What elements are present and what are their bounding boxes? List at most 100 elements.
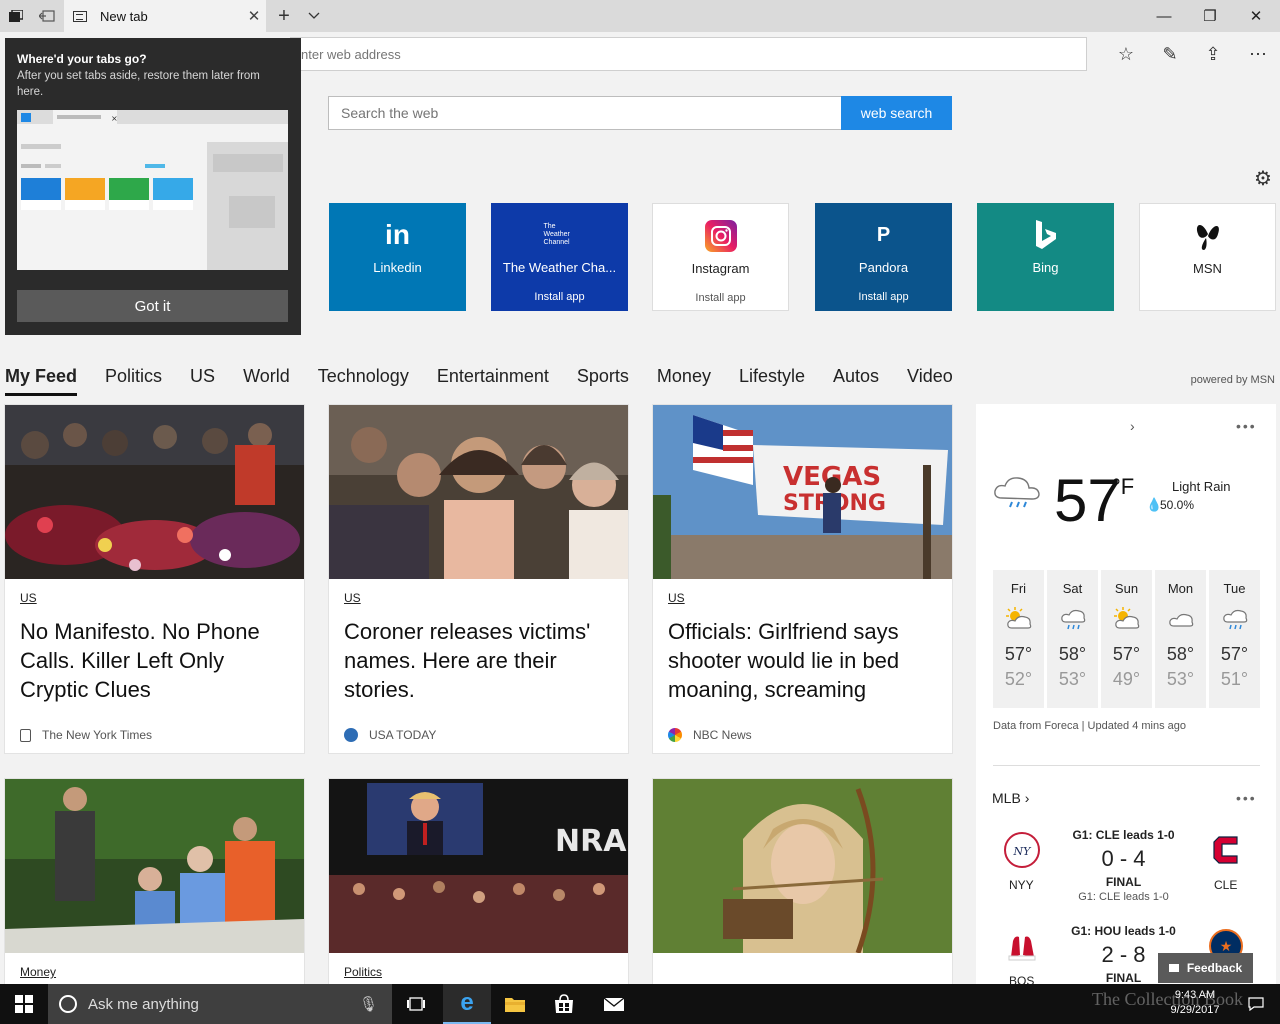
microphone-icon[interactable]: 🎙 xyxy=(359,995,378,1013)
store-icon[interactable] xyxy=(540,984,588,1024)
news-image-nra-rally: NRA xyxy=(329,779,628,953)
tab-new-tab[interactable]: New tab ✕ xyxy=(64,0,266,32)
top-site-bing[interactable]: Bing xyxy=(977,203,1114,311)
top-site-msn[interactable]: MSN xyxy=(1139,203,1276,311)
news-image-vegas-strong: VEGAS STRONG xyxy=(653,405,952,579)
game-status: G1: CLE leads 1-0 xyxy=(1072,828,1175,842)
top-site-pandora[interactable]: P Pandora Install app xyxy=(815,203,952,311)
forecast-day[interactable]: Sat 58° 53° xyxy=(1047,570,1098,708)
forecast-day[interactable]: Mon 58° 53° xyxy=(1155,570,1206,708)
temperature-unit[interactable]: °F xyxy=(1112,474,1134,500)
site-name: The Weather Cha... xyxy=(502,260,617,275)
nav-lifestyle[interactable]: Lifestyle xyxy=(739,366,805,396)
pen-icon[interactable]: ✎ xyxy=(1154,40,1186,68)
new-tab-button[interactable]: + xyxy=(270,4,298,28)
nav-us[interactable]: US xyxy=(190,366,215,396)
news-image-archer xyxy=(653,779,952,953)
nav-autos[interactable]: Autos xyxy=(833,366,879,396)
news-card[interactable] xyxy=(652,778,953,984)
nav-politics[interactable]: Politics xyxy=(105,366,162,396)
start-button[interactable] xyxy=(0,984,48,1024)
mlb-title[interactable]: MLB › xyxy=(992,790,1029,806)
card-title[interactable]: Officials: Girlfriend says shooter would… xyxy=(668,617,938,704)
close-tab-icon[interactable]: ✕ xyxy=(242,7,266,25)
more-options-icon[interactable]: ••• xyxy=(1236,418,1257,434)
file-explorer-icon[interactable] xyxy=(491,984,539,1024)
chat-icon xyxy=(1168,964,1179,972)
address-input[interactable] xyxy=(290,37,1087,71)
tabs-aside-icon[interactable] xyxy=(2,4,30,28)
cortana-icon xyxy=(59,995,77,1013)
card-source: USA TODAY xyxy=(344,728,436,742)
popup-title: Where'd your tabs go? xyxy=(17,52,147,66)
top-site-weather-channel[interactable]: The Weather Channel The Weather Cha... I… xyxy=(491,203,628,311)
news-card[interactable]: US No Manifesto. No Phone Calls. Killer … xyxy=(4,404,305,754)
game-series: G1: CLE leads 1-0 xyxy=(1078,891,1169,903)
nav-technology[interactable]: Technology xyxy=(318,366,409,396)
nav-video[interactable]: Video xyxy=(907,366,953,396)
restore-button[interactable]: ❐ xyxy=(1187,0,1233,32)
card-title[interactable]: Coroner releases victims' names. Here ar… xyxy=(344,617,614,704)
card-source: NBC News xyxy=(668,728,752,742)
news-card[interactable]: VEGAS STRONG US Officials: Girlfriend sa… xyxy=(652,404,953,754)
card-category[interactable]: US xyxy=(668,591,685,605)
card-category[interactable]: US xyxy=(344,591,361,605)
nav-world[interactable]: World xyxy=(243,366,290,396)
search-input[interactable] xyxy=(328,96,842,130)
nav-entertainment[interactable]: Entertainment xyxy=(437,366,549,396)
nbc-news-icon xyxy=(668,728,682,742)
install-app[interactable]: Install app xyxy=(815,291,952,303)
mail-icon[interactable] xyxy=(590,984,638,1024)
nav-sports[interactable]: Sports xyxy=(577,366,629,396)
edge-icon[interactable]: e xyxy=(443,984,491,1024)
task-view-icon[interactable] xyxy=(392,984,440,1024)
close-window-button[interactable]: ✕ xyxy=(1233,0,1279,32)
news-card[interactable]: Money xyxy=(4,778,305,984)
game-final: FINAL xyxy=(1105,875,1142,889)
action-center-icon[interactable] xyxy=(1232,984,1280,1024)
nav-my-feed[interactable]: My Feed xyxy=(5,366,78,396)
favorites-icon[interactable]: ☆ xyxy=(1110,40,1142,68)
news-image-flood-rescue xyxy=(5,779,304,953)
news-image-memorial xyxy=(5,405,304,579)
cortana-search[interactable]: Ask me anything 🎙 xyxy=(48,984,392,1024)
top-site-instagram[interactable]: Instagram Install app xyxy=(652,203,789,311)
gear-icon[interactable]: ⚙ xyxy=(1254,166,1272,191)
more-icon[interactable]: ⋯ xyxy=(1242,40,1274,68)
web-search-button[interactable]: web search xyxy=(841,96,952,130)
card-source: The New York Times xyxy=(20,728,152,742)
news-image-church xyxy=(329,405,628,579)
install-app[interactable]: Install app xyxy=(653,292,788,304)
card-category[interactable]: Politics xyxy=(344,965,382,979)
share-icon[interactable]: ⇪ xyxy=(1197,40,1229,68)
card-category[interactable]: Money xyxy=(20,965,56,979)
chevron-right-icon: › xyxy=(1024,790,1030,806)
chevron-down-icon[interactable] xyxy=(300,4,328,28)
tray-clock[interactable]: 9:43 AM 9/29/2017 xyxy=(1165,988,1225,1018)
card-title[interactable]: No Manifesto. No Phone Calls. Killer Lef… xyxy=(20,617,290,704)
tabs-aside-popup: Where'd your tabs go? After you set tabs… xyxy=(5,38,301,335)
msn-butterfly-icon xyxy=(1140,220,1275,252)
forecast-day[interactable]: Fri 57° 52° xyxy=(993,570,1044,708)
nav-money[interactable]: Money xyxy=(657,366,711,396)
forecast-day[interactable]: Tue 57° 51° xyxy=(1209,570,1260,708)
team-abbr: CLE xyxy=(1214,878,1238,892)
chevron-right-icon[interactable]: › xyxy=(1130,418,1135,434)
weather-source[interactable]: Data from Foreca | Updated 4 mins ago xyxy=(993,720,1186,732)
set-tabs-aside-icon[interactable] xyxy=(33,4,61,28)
news-card[interactable]: NRA Politics xyxy=(328,778,629,984)
rain-cloud-icon xyxy=(992,474,1042,519)
indians-logo-icon xyxy=(1206,830,1246,870)
game-status: G1: HOU leads 1-0 xyxy=(1071,924,1176,938)
top-site-linkedin[interactable]: in Linkedin xyxy=(329,203,466,311)
feed-nav: My Feed Politics US World Technology Ent… xyxy=(5,366,981,396)
more-options-icon[interactable]: ••• xyxy=(1236,790,1257,806)
minimize-button[interactable]: — xyxy=(1141,0,1187,32)
news-card[interactable]: US Coroner releases victims' names. Here… xyxy=(328,404,629,754)
forecast-day[interactable]: Sun 57° 49° xyxy=(1101,570,1152,708)
feedback-button[interactable]: Feedback xyxy=(1158,953,1253,983)
got-it-button[interactable]: Got it xyxy=(17,290,288,322)
install-app[interactable]: Install app xyxy=(491,291,628,303)
pandora-icon: P xyxy=(876,223,891,246)
card-category[interactable]: US xyxy=(20,591,37,605)
